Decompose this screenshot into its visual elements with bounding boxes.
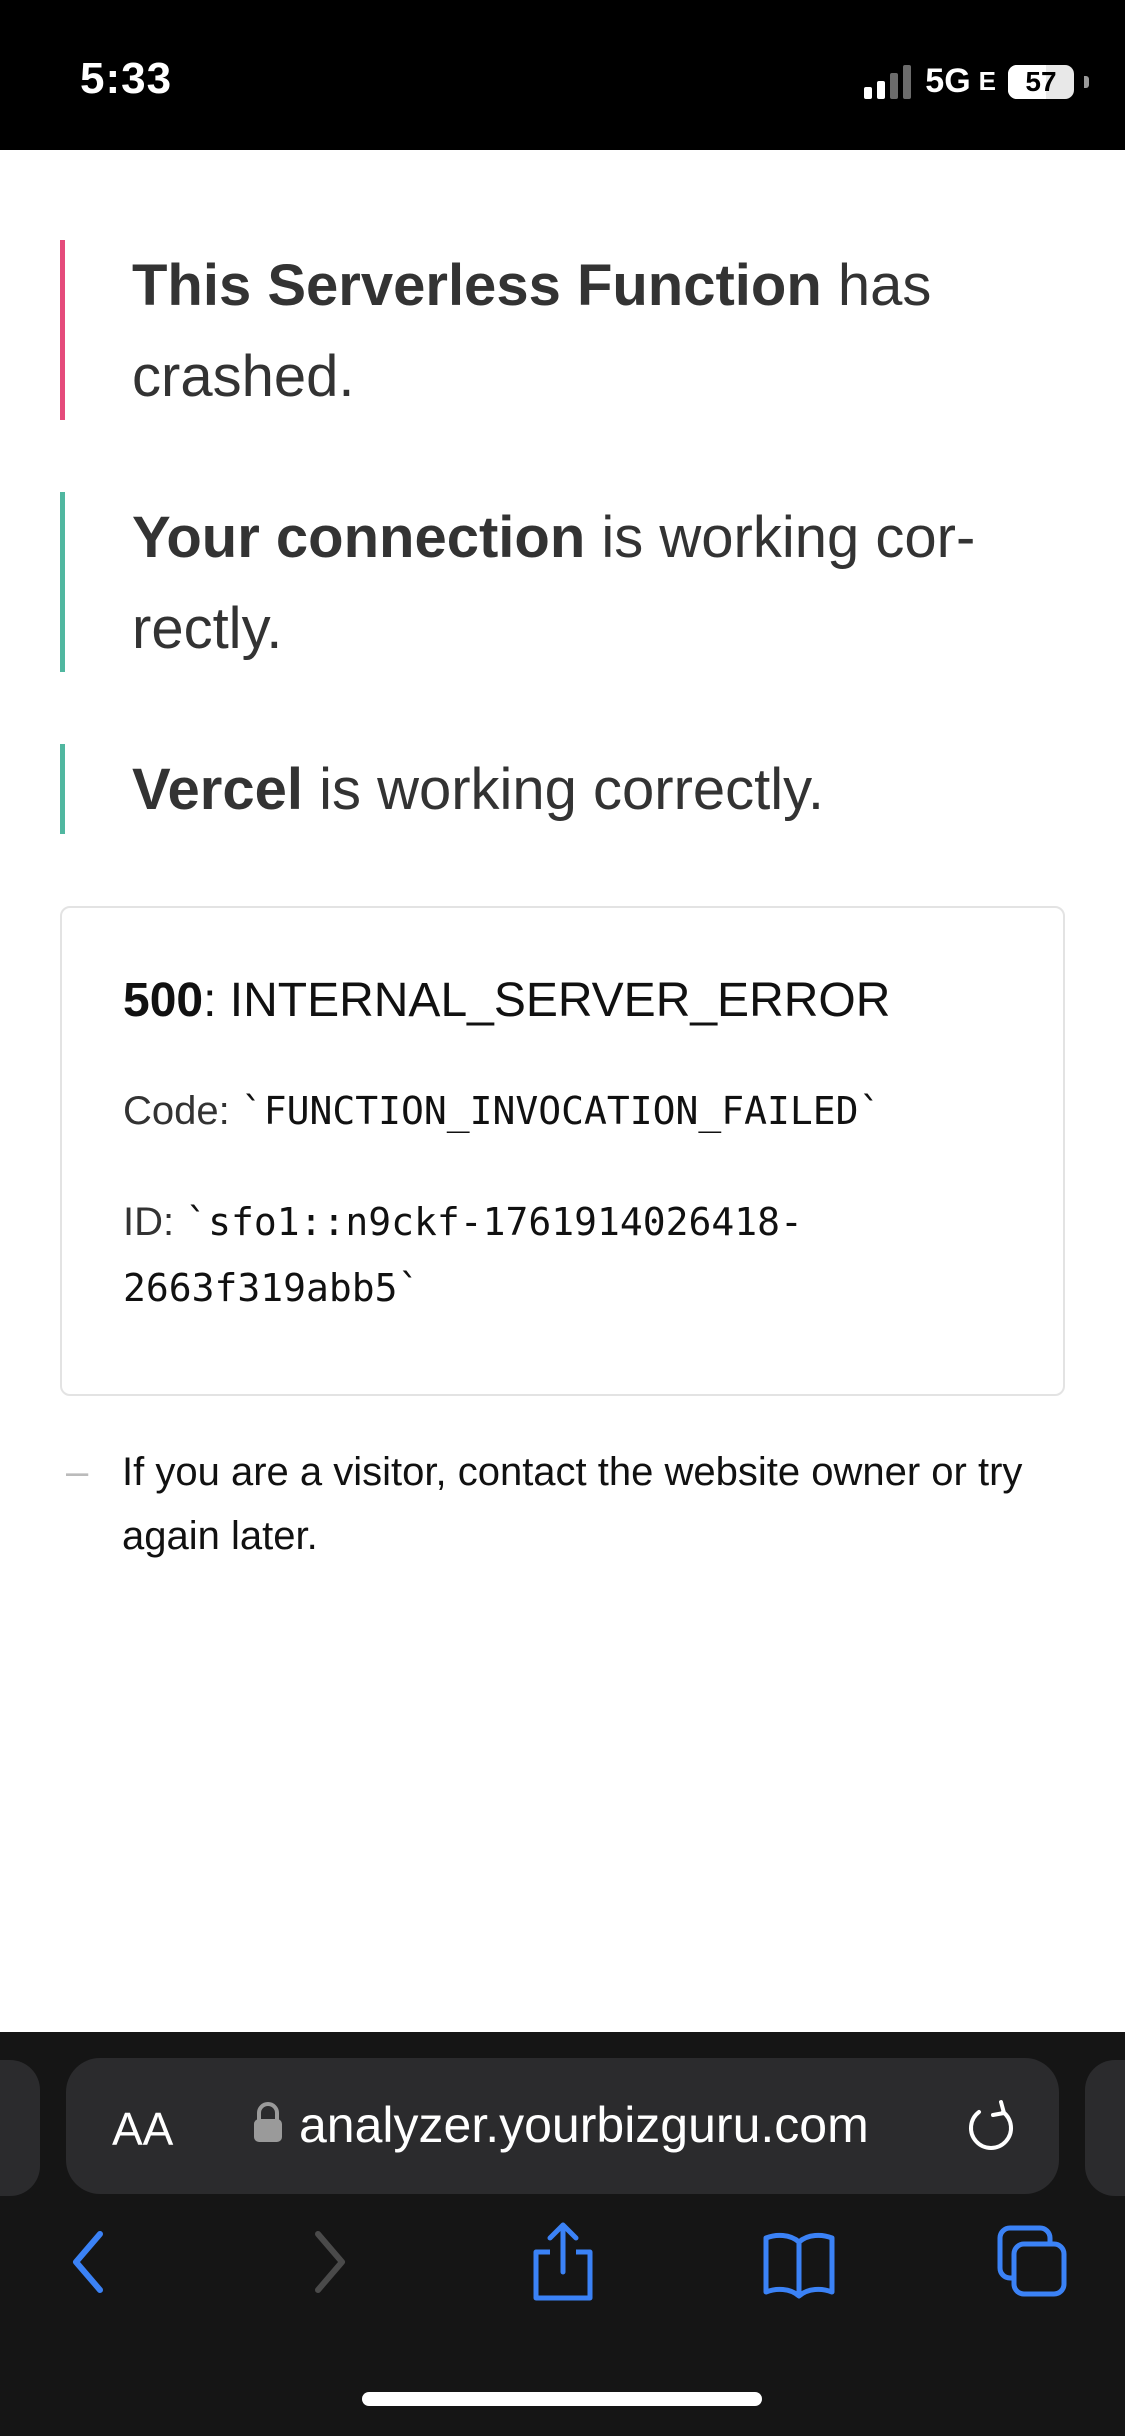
battery-icon: 57 xyxy=(1008,64,1074,99)
help-dash: – xyxy=(66,1450,89,1494)
error-id-label: ID: xyxy=(123,1200,186,1244)
error-id-value: `sfo1::n9ckf-1761914026418-2663f319abb5` xyxy=(123,1200,803,1310)
notice-function-crashed: This Serverless Function has crashed. xyxy=(60,240,1065,420)
error-code: Code: `FUNCTION_INVOCATION_FAILED` xyxy=(123,1078,1002,1144)
url-text[interactable]: analyzer.yourbizguru.com xyxy=(299,2096,869,2154)
share-icon[interactable] xyxy=(528,2222,598,2302)
previous-tab-peek[interactable] xyxy=(0,2060,40,2196)
notice-function-bold: This Serverless Function xyxy=(132,253,822,318)
notice-connection-bold: Your connection xyxy=(132,505,586,570)
text-size-button[interactable]: AA xyxy=(112,2102,173,2156)
notice-connection: Your connection is working cor-rectly. xyxy=(60,492,1065,672)
back-icon[interactable] xyxy=(62,2222,112,2302)
help-note: – If you are a visitor, contact the webs… xyxy=(60,1440,1065,1568)
bookmarks-icon[interactable] xyxy=(760,2222,838,2302)
help-text: If you are a visitor, contact the websit… xyxy=(122,1450,1023,1558)
status-bar: 5:33 5G E 57 xyxy=(0,0,1125,150)
browser-toolbar xyxy=(0,2222,1125,2332)
error-status: 500: INTERNAL_SERVER_ERROR xyxy=(123,968,1002,1034)
address-bar[interactable]: AA analyzer.yourbizguru.com xyxy=(66,2058,1059,2194)
reload-icon[interactable] xyxy=(963,2098,1019,2154)
signal-icon xyxy=(864,64,912,99)
tabs-icon[interactable] xyxy=(994,2222,1074,2302)
error-details-box: 500: INTERNAL_SERVER_ERROR Code: `FUNCTI… xyxy=(60,906,1065,1396)
notice-vercel-bold: Vercel xyxy=(132,757,303,822)
error-code-label: Code: xyxy=(123,1089,241,1133)
battery-nub xyxy=(1084,75,1089,88)
home-indicator[interactable] xyxy=(362,2392,762,2406)
error-code-value: `FUNCTION_INVOCATION_FAILED` xyxy=(240,1089,882,1133)
error-id: ID: `sfo1::n9ckf-1761914026418-2663f319a… xyxy=(123,1189,1002,1321)
lock-icon xyxy=(254,2102,282,2142)
notice-vercel-text: is working correctly. xyxy=(302,757,824,822)
battery-level: 57 xyxy=(1025,65,1057,97)
forward-icon[interactable] xyxy=(306,2222,356,2302)
network-suffix: E xyxy=(978,66,996,96)
error-status-name: : INTERNAL_SERVER_ERROR xyxy=(203,974,891,1027)
notice-vercel: Vercel is working correctly. xyxy=(60,744,824,834)
network-type: 5G xyxy=(925,62,971,100)
error-status-code: 500 xyxy=(123,974,204,1027)
status-indicators: 5G E 57 xyxy=(864,62,1089,101)
text-size-label: AA xyxy=(112,2103,174,2155)
next-tab-peek[interactable] xyxy=(1085,2060,1125,2196)
browser-bottom-bar: AA analyzer.yourbizguru.com xyxy=(0,2032,1125,2436)
status-time: 5:33 xyxy=(80,54,173,103)
